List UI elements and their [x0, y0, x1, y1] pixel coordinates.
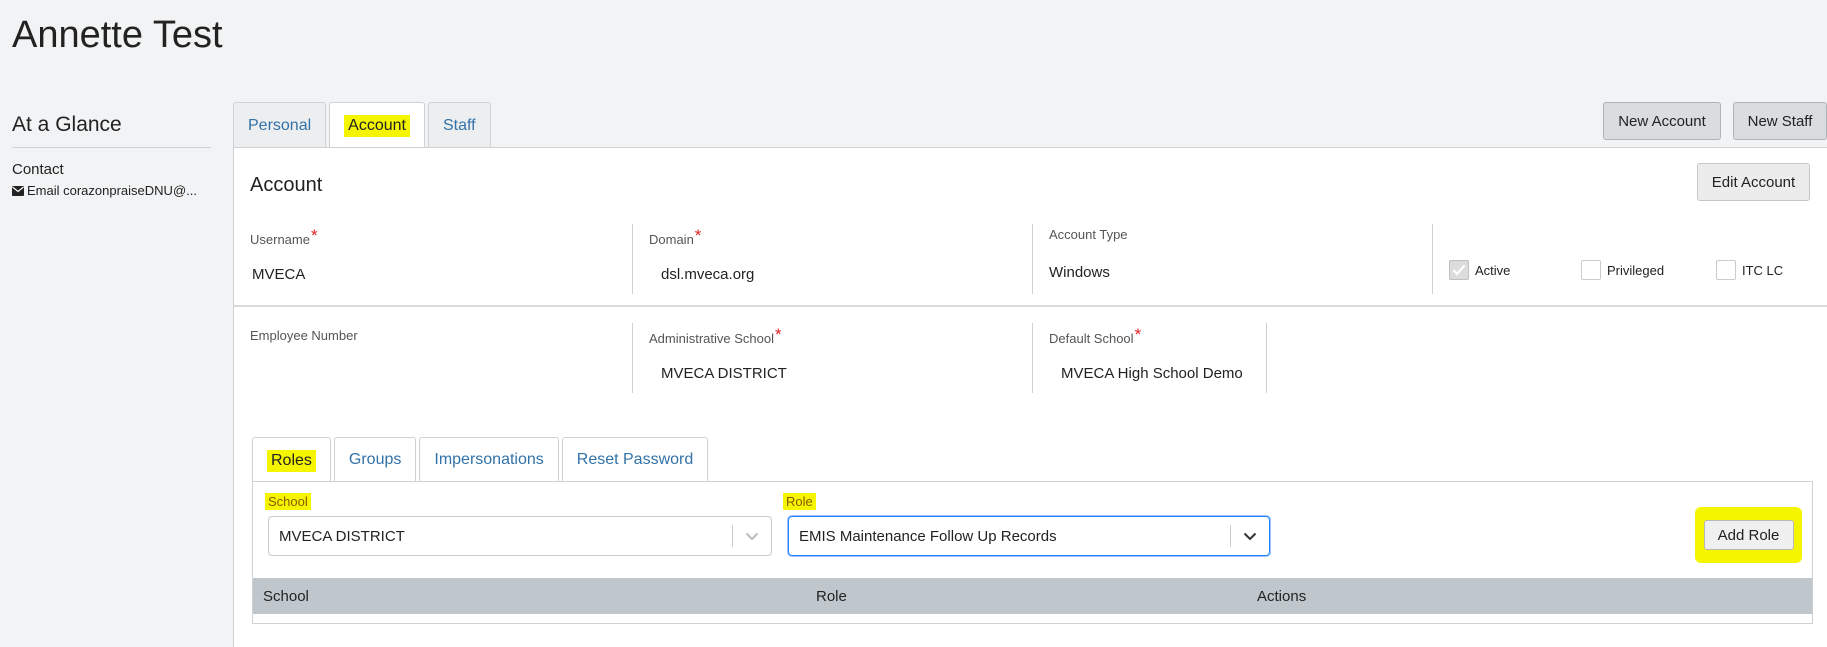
account-title: Account: [250, 174, 323, 196]
main-tabs: Personal Account Staff: [233, 102, 494, 149]
role-select-value: EMIS Maintenance Follow Up Records: [799, 527, 1057, 545]
roles-table-header: School Role Actions: [253, 578, 1812, 614]
tab-roles[interactable]: Roles: [252, 437, 331, 483]
tab-account[interactable]: Account: [329, 102, 425, 149]
role-label: Role: [783, 493, 816, 510]
required-marker: *: [694, 226, 702, 245]
administrative-school-field: Administrative School* MVECA DISTRICT: [633, 323, 1033, 393]
checkmark-icon: [1452, 264, 1466, 276]
contact-label: Contact: [12, 161, 64, 178]
required-marker: *: [1134, 325, 1142, 344]
column-header-school[interactable]: School: [263, 588, 309, 605]
tab-personal[interactable]: Personal: [233, 102, 327, 148]
administrative-school-value: MVECA DISTRICT: [661, 365, 787, 382]
new-staff-button[interactable]: New Staff: [1733, 102, 1827, 140]
roles-panel: School MVECA DISTRICT Role EMIS Maintena…: [252, 481, 1813, 624]
itc-lc-checkbox[interactable]: ITC LC: [1716, 260, 1783, 280]
chevron-down-icon: [1243, 532, 1257, 540]
tab-reset-password[interactable]: Reset Password: [561, 437, 709, 482]
tab-staff[interactable]: Staff: [427, 102, 491, 148]
edit-account-button[interactable]: Edit Account: [1697, 163, 1810, 201]
domain-field: Domain* dsl.mveca.org: [633, 224, 1033, 294]
sub-tabs: Roles Groups Impersonations Reset Passwo…: [252, 437, 711, 483]
active-checkbox[interactable]: Active: [1449, 260, 1510, 280]
tab-impersonations[interactable]: Impersonations: [419, 437, 559, 482]
account-panel: Account Edit Account Username* MVECA Dom…: [233, 147, 1827, 647]
at-a-glance-heading: At a Glance: [12, 113, 211, 148]
contact-email-text: Email corazonpraiseDNU@...: [27, 183, 197, 198]
column-header-role[interactable]: Role: [816, 588, 847, 605]
add-role-button[interactable]: Add Role: [1703, 520, 1794, 550]
account-type-value: Windows: [1049, 264, 1110, 281]
sidebar: At a Glance Contact Email corazonpraiseD…: [12, 113, 211, 198]
required-marker: *: [775, 325, 782, 344]
school-select[interactable]: MVECA DISTRICT: [268, 516, 772, 556]
role-select[interactable]: EMIS Maintenance Follow Up Records: [788, 516, 1270, 556]
required-marker: *: [310, 226, 318, 245]
column-header-actions: Actions: [1257, 588, 1307, 605]
new-account-button[interactable]: New Account: [1603, 102, 1721, 140]
school-label: School: [265, 493, 311, 510]
envelope-icon: [12, 185, 24, 196]
privileged-checkbox[interactable]: Privileged: [1581, 260, 1664, 280]
username-field: Username* MVECA: [234, 224, 633, 294]
column-divider: [1266, 323, 1267, 393]
domain-value: dsl.mveca.org: [661, 266, 755, 283]
employee-number-field: Employee Number: [234, 323, 633, 393]
page-title: Annette Test: [12, 14, 223, 56]
default-school-field: Default School* MVECA High School Demo: [1049, 325, 1243, 382]
chevron-down-icon: [745, 532, 759, 540]
contact-email[interactable]: Email corazonpraiseDNU@...: [12, 183, 211, 198]
default-school-value: MVECA High School Demo: [1061, 365, 1243, 382]
row-divider: [234, 305, 1827, 307]
school-select-value: MVECA DISTRICT: [279, 527, 405, 545]
tab-groups[interactable]: Groups: [333, 437, 417, 482]
account-type-field: Account Type Windows: [1033, 224, 1433, 294]
username-value: MVECA: [252, 266, 306, 283]
add-role-highlight: Add Role: [1695, 507, 1802, 563]
